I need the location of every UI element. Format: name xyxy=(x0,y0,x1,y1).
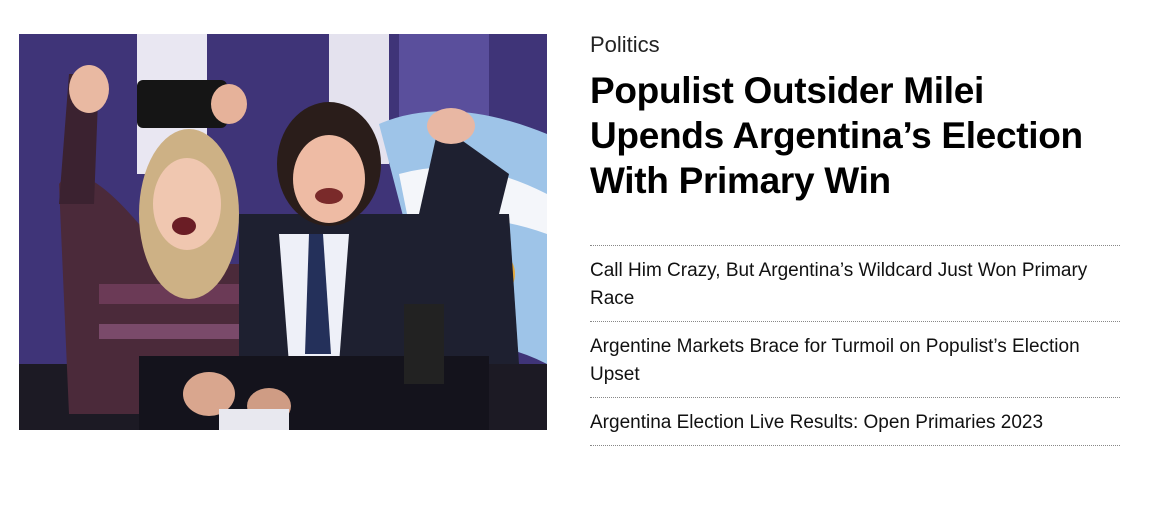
story-content: Politics Populist Outsider Milei Upends … xyxy=(590,30,1120,446)
story-headline-link[interactable]: Populist Outsider Milei Upends Argentina… xyxy=(590,68,1120,203)
related-stories-list: Call Him Crazy, But Argentina’s Wildcard… xyxy=(590,245,1120,446)
list-item: Argentina Election Live Results: Open Pr… xyxy=(590,398,1120,446)
section-kicker-link[interactable]: Politics xyxy=(590,30,1120,60)
related-story-link[interactable]: Argentina Election Live Results: Open Pr… xyxy=(590,409,1120,437)
lead-photo[interactable] xyxy=(19,34,547,430)
related-story-link[interactable]: Argentine Markets Brace for Turmoil on P… xyxy=(590,333,1120,389)
list-item: Call Him Crazy, But Argentina’s Wildcard… xyxy=(590,246,1120,322)
related-story-link[interactable]: Call Him Crazy, But Argentina’s Wildcard… xyxy=(590,257,1120,313)
list-item: Argentine Markets Brace for Turmoil on P… xyxy=(590,322,1120,398)
